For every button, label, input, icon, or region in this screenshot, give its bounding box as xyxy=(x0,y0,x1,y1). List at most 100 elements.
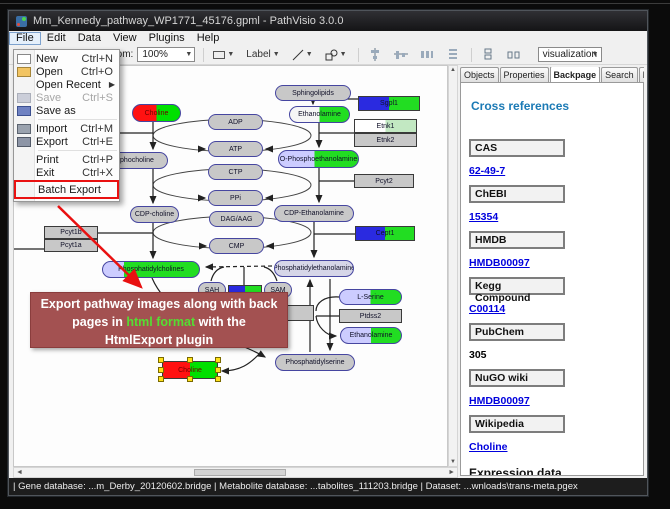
distribute-vertical-icon xyxy=(446,48,460,61)
pathway-node-etnk2[interactable]: Etnk2 xyxy=(354,133,417,147)
tab-objects[interactable]: Objects xyxy=(460,67,499,83)
distribute-vertical-button[interactable] xyxy=(443,47,463,63)
selection-handle[interactable] xyxy=(158,376,164,382)
selection-handle[interactable] xyxy=(215,376,221,382)
horizontal-scrollbar[interactable]: ◄ ► xyxy=(13,467,458,478)
gene-datanode-button[interactable]: ▼ xyxy=(210,47,237,63)
pathway-node-choline[interactable]: Choline xyxy=(132,104,181,122)
pathway-node-atp[interactable]: ATP xyxy=(208,141,263,157)
cross-references-heading: Cross references xyxy=(471,99,643,113)
tab-search[interactable]: Search xyxy=(601,67,638,83)
stack-horizontal-button[interactable] xyxy=(504,47,524,63)
file-menu-item-new[interactable]: NewCtrl+N xyxy=(14,52,119,65)
open-folder-icon xyxy=(17,67,31,77)
cross-reference-link[interactable]: 15354 xyxy=(469,211,498,223)
file-menu-item-exit[interactable]: ExitCtrl+X xyxy=(14,166,119,179)
pathway-node-sgpl1[interactable]: Sgpl1 xyxy=(358,96,420,111)
section-title-box: PubChem xyxy=(469,323,565,341)
selection-handle[interactable] xyxy=(158,357,164,363)
menubar-item-file[interactable]: File xyxy=(9,32,41,45)
selection-handle[interactable] xyxy=(187,376,193,382)
label-tool-button[interactable]: Label▼ xyxy=(243,47,282,63)
pathway-node-phosphatidylethanolamine[interactable]: Phosphatidylethanolamine xyxy=(274,260,354,277)
file-menu-item-open-recent[interactable]: Open Recent▶ xyxy=(14,78,119,91)
stack-vertical-button[interactable] xyxy=(478,47,498,63)
pathway-node-cdp-choline[interactable]: CDP-choline xyxy=(130,206,179,223)
scroll-up-icon[interactable]: ▲ xyxy=(450,67,456,73)
pathway-node-sphingolipids[interactable]: Sphingolipids xyxy=(275,85,351,101)
pathway-node-ppi[interactable]: PPi xyxy=(208,190,263,206)
tab-backpage[interactable]: Backpage xyxy=(550,67,601,82)
pathway-node-phosphatidylcholines[interactable]: Phosphatidylcholines xyxy=(102,261,200,278)
shape-tool-button[interactable]: ▼ xyxy=(322,47,350,63)
new-document-icon xyxy=(17,54,31,64)
align-center-horizontal-button[interactable] xyxy=(365,47,385,63)
pathway-node-ctp[interactable]: CTP xyxy=(208,164,263,180)
pathway-node-adp[interactable]: ADP xyxy=(208,114,263,130)
selection-handle[interactable] xyxy=(215,357,221,363)
scroll-right-icon[interactable]: ► xyxy=(448,468,455,477)
pathway-node-cmp[interactable]: CMP xyxy=(209,238,264,254)
scroll-down-icon[interactable]: ▼ xyxy=(450,459,456,465)
file-menu-item-print[interactable]: PrintCtrl+P xyxy=(14,153,119,166)
pathway-node-ethanolamine[interactable]: Ethanolamine xyxy=(340,327,402,344)
cross-reference-link[interactable]: Choline xyxy=(469,441,508,453)
chevron-down-icon: ▼ xyxy=(592,51,599,58)
file-menu-item-import[interactable]: ImportCtrl+M xyxy=(14,122,119,135)
cross-reference-link[interactable]: HMDB00097 xyxy=(469,257,530,269)
selection-handle[interactable] xyxy=(215,367,221,373)
menu-icon-spacer xyxy=(19,185,33,195)
section-value: 62-49-7 xyxy=(469,165,643,178)
pathway-node-unlabeled[interactable] xyxy=(286,305,314,321)
menubar-item-edit[interactable]: Edit xyxy=(41,32,72,45)
file-menu-item-batch-export[interactable]: Batch Export xyxy=(16,182,117,197)
node-label: O-Phosphoethanolamine xyxy=(280,156,357,163)
import-icon xyxy=(17,124,31,134)
align-center-vertical-button[interactable] xyxy=(391,47,411,63)
toolbar-separator xyxy=(471,48,472,62)
file-menu-item-export[interactable]: ExportCtrl+E xyxy=(14,135,119,148)
menubar-item-data[interactable]: Data xyxy=(72,32,107,45)
cross-reference-link[interactable]: C00114 xyxy=(469,303,505,315)
pathway-node-cept1[interactable]: Cept1 xyxy=(355,226,415,241)
pathway-node-l-serine[interactable]: L-Serine xyxy=(339,289,402,305)
tab-properties[interactable]: Properties xyxy=(500,67,549,83)
pathway-node-dag-aag[interactable]: DAG/AAG xyxy=(209,211,264,227)
file-menu-item-save-as[interactable]: Save as xyxy=(14,104,119,117)
pathway-node-etnk1[interactable]: Etnk1 xyxy=(354,119,417,133)
node-label: Choline xyxy=(145,110,169,117)
menubar-item-view[interactable]: View xyxy=(107,32,143,45)
pathway-node-ptdss2[interactable]: Ptdss2 xyxy=(339,309,402,323)
menu-icon-spacer xyxy=(17,155,31,165)
selection-handle[interactable] xyxy=(158,367,164,373)
pathway-node-phosphatidylserine[interactable]: Phosphatidylserine xyxy=(275,354,355,371)
pathway-node-cdp-ethanolamine[interactable]: CDP-Ethanolamine xyxy=(274,205,354,222)
cross-reference-link[interactable]: 62-49-7 xyxy=(469,165,505,177)
pathway-node-pcyt1b[interactable]: Pcyt1b xyxy=(44,226,98,239)
line-tool-button[interactable]: ▼ xyxy=(289,47,316,63)
pathway-node-ethanolamine[interactable]: Ethanolamine xyxy=(289,106,350,123)
node-label: Cept1 xyxy=(376,230,395,237)
file-menu-item-open[interactable]: OpenCtrl+O xyxy=(14,65,119,78)
zoom-combobox[interactable]: 100% ▼ xyxy=(137,47,195,62)
selection-handle[interactable] xyxy=(187,357,193,363)
menubar-item-help[interactable]: Help xyxy=(191,32,226,45)
node-label: CMP xyxy=(229,243,245,250)
menu-item-label: Open Recent xyxy=(36,79,109,91)
menubar-item-plugins[interactable]: Plugins xyxy=(143,32,191,45)
file-menu-item-save[interactable]: SaveCtrl+S xyxy=(14,91,119,104)
scroll-left-icon[interactable]: ◄ xyxy=(16,468,23,477)
menu-item-label: Export xyxy=(36,136,82,148)
pathway-node-pcyt1a[interactable]: Pcyt1a xyxy=(44,239,98,252)
cross-reference-link[interactable]: HMDB00097 xyxy=(469,395,530,407)
menu-item-label: Batch Export xyxy=(38,184,111,196)
vertical-scrollbar[interactable]: ▲ ▼ xyxy=(448,65,458,467)
tab-legend[interactable]: Legend xyxy=(639,67,644,83)
pathway-node-o-phosphoethanolamine[interactable]: O-Phosphoethanolamine xyxy=(278,150,359,168)
horizontal-scrollbar-thumb[interactable] xyxy=(194,469,286,476)
pathway-node-pcyt2[interactable]: Pcyt2 xyxy=(354,174,414,188)
label-tool-text: Label xyxy=(246,49,270,60)
visualization-combobox[interactable]: visualization ▼ xyxy=(538,47,602,62)
section-value: 15354 xyxy=(469,211,643,224)
distribute-horizontal-button[interactable] xyxy=(417,47,437,63)
